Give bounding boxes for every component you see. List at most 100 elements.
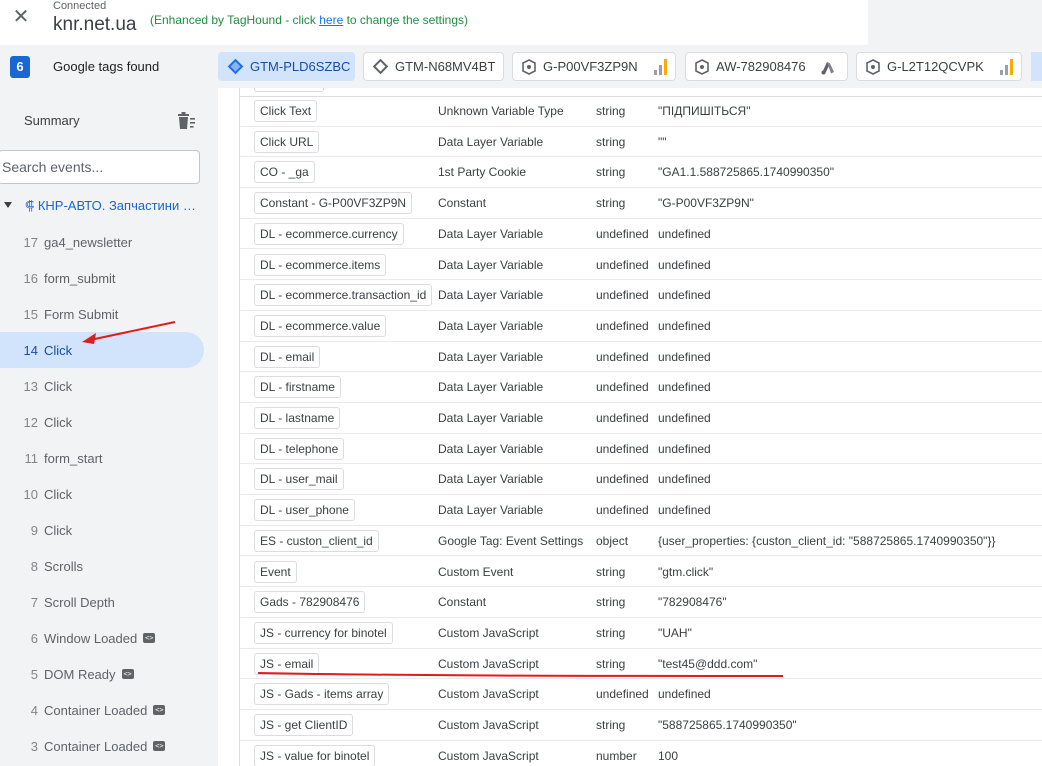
code-icon: <> [153,705,166,715]
variable-data-type: object [596,533,629,548]
event-name: Scrolls [44,558,84,574]
variable-name[interactable]: DL - ecommerce.items [254,253,387,276]
google-tag-icon [866,58,880,75]
variable-name[interactable]: DL - ecommerce.transaction_id [254,284,433,307]
settings-link[interactable]: here [319,13,343,27]
event-item[interactable]: 14 Click [0,332,204,368]
event-number: 3 [30,738,38,754]
table-row: ES - custon_client_id Google Tag: Event S… [240,526,1042,557]
variable-name[interactable]: Event [254,560,297,583]
event-item[interactable]: 6 Window Loaded <> [0,620,204,656]
event-item[interactable]: 9 Click [0,512,204,548]
page-title: ⸿ КНР-АВТО. Запчастини для китайських ав… [25,198,197,213]
variable-name[interactable]: Constant - G-P00VF3ZP9N [254,192,413,215]
clipped-variable-name [254,88,324,92]
variable-type: Data Layer Variable [438,441,544,456]
code-icon: <> [143,633,156,643]
search-events-input[interactable] [0,150,200,184]
event-sidebar: Summary ⸿ КНР-АВТО. Запчастини для китай… [0,88,218,766]
variable-value: "GA1.1.588725865.1740990350" [658,165,835,180]
variable-value: undefined [658,349,711,364]
variable-name[interactable]: JS - email [254,652,320,675]
event-item[interactable]: 12 Click [0,404,204,440]
event-number: 13 [23,378,38,394]
variable-type: Data Layer Variable [438,472,544,487]
variable-value: "UAH" [658,625,692,640]
variable-type: Data Layer Variable [438,380,544,395]
table-row: DL - lastname Data Layer Variable undefine… [240,403,1042,434]
tag-chip-label: G-P00VF3ZP9N [543,59,638,74]
variable-value: undefined [658,687,711,702]
close-icon[interactable]: ✕ [8,4,34,30]
variable-data-type: undefined [596,318,649,333]
page-group[interactable]: ⸿ КНР-АВТО. Запчастини для китайських ав… [0,188,218,222]
caret-down-icon[interactable] [4,202,12,208]
variable-value: "782908476" [658,595,727,610]
variable-type: Constant [438,196,487,211]
table-row: DL - user_phone Data Layer Variable undefi… [240,495,1042,526]
variable-name[interactable]: ES - custon_client_id [254,529,379,552]
variable-type: Custom JavaScript [438,748,539,763]
event-item[interactable]: 7 Scroll Depth [0,584,204,620]
variable-name[interactable]: JS - currency for binotel [254,621,393,644]
event-item[interactable]: 15 Form Submit [0,296,204,332]
tag-chip-aw-782908476[interactable]: AW-782908476 [685,52,848,81]
variable-data-type: undefined [596,288,649,303]
variable-name[interactable]: JS - value for binotel [254,744,376,766]
event-number: 12 [23,414,38,430]
variable-name[interactable]: JS - Gads - items array [254,683,390,706]
variable-name[interactable]: DL - firstname [254,376,341,399]
event-item[interactable]: 8 Scrolls [0,548,204,584]
variables-panel: Click Text Unknown Variable Type string "ПІ… [218,88,1042,766]
variable-data-type: string [596,165,626,180]
event-number: 5 [30,666,38,682]
variable-value: {user_properties: {custon_client_id: "58… [658,533,996,548]
variable-name[interactable]: DL - user_mail [254,468,344,491]
variable-value: "gtm.click" [658,564,714,579]
summary-link[interactable]: Summary [24,113,80,128]
variable-value: undefined [658,226,711,241]
tag-chip-overflow[interactable] [1031,52,1042,81]
variable-name[interactable]: DL - ecommerce.currency [254,222,404,245]
variable-name[interactable]: JS - get ClientID [254,714,354,736]
event-item[interactable]: 3 Container Loaded <> [0,728,204,764]
analytics-icon [653,58,667,75]
event-number: 17 [23,234,38,250]
variable-name[interactable]: CO - _ga [254,161,315,184]
event-item[interactable]: 4 Container Loaded <> [0,692,204,728]
event-name: Form Submit [44,306,119,322]
variable-name[interactable]: DL - lastname [254,407,341,429]
event-item[interactable]: 13 Click [0,368,204,404]
clear-events-icon[interactable] [176,112,196,130]
variable-name[interactable]: Gads - 782908476 [254,591,366,614]
variable-name[interactable]: DL - telephone [254,437,345,460]
variables-table: Click Text Unknown Variable Type string "ПІ… [239,88,1042,766]
event-item[interactable]: 5 DOM Ready <> [0,656,204,692]
event-name: ga4_newsletter [44,234,133,250]
tag-chip-gtm-pld6szbc[interactable]: GTM-PLD6SZBC [218,52,355,81]
event-number: 10 [23,486,38,502]
header-side-area [868,0,1042,45]
event-number: 8 [30,558,38,574]
tags-found-title: Google tags found [53,59,160,74]
event-item[interactable]: 17 ga4_newsletter [0,224,204,260]
event-item[interactable]: 10 Click [0,476,204,512]
variable-name[interactable]: Click Text [254,100,318,122]
event-item[interactable]: 11 form_start [0,440,204,476]
variable-name[interactable]: Click URL [254,130,320,153]
table-row: Click Text Unknown Variable Type string "ПІ… [240,96,1042,127]
variable-name[interactable]: DL - email [254,345,321,368]
event-item[interactable]: 16 form_submit [0,260,204,296]
table-row: JS - Gads - items array Custom JavaScript… [240,679,1042,710]
variable-name[interactable]: DL - ecommerce.value [254,314,387,337]
tag-chip-g-l2t12qcvpk[interactable]: G-L2T12QCVPK [856,52,1022,81]
variable-type: Data Layer Variable [438,349,544,364]
table-row: DL - user_mail Data Layer Variable undefin… [240,464,1042,496]
tag-chip-g-p00vf3zp9n[interactable]: G-P00VF3ZP9N [512,52,676,81]
variable-name[interactable]: DL - user_phone [254,499,355,522]
event-name: Scroll Depth [44,594,115,610]
table-row: JS - currency for binotel Custom JavaScri… [240,618,1042,649]
variable-value: undefined [658,257,711,272]
tag-chip-gtm-n68mv4bt[interactable]: GTM-N68MV4BT [363,52,504,81]
variable-data-type: string [596,718,626,732]
